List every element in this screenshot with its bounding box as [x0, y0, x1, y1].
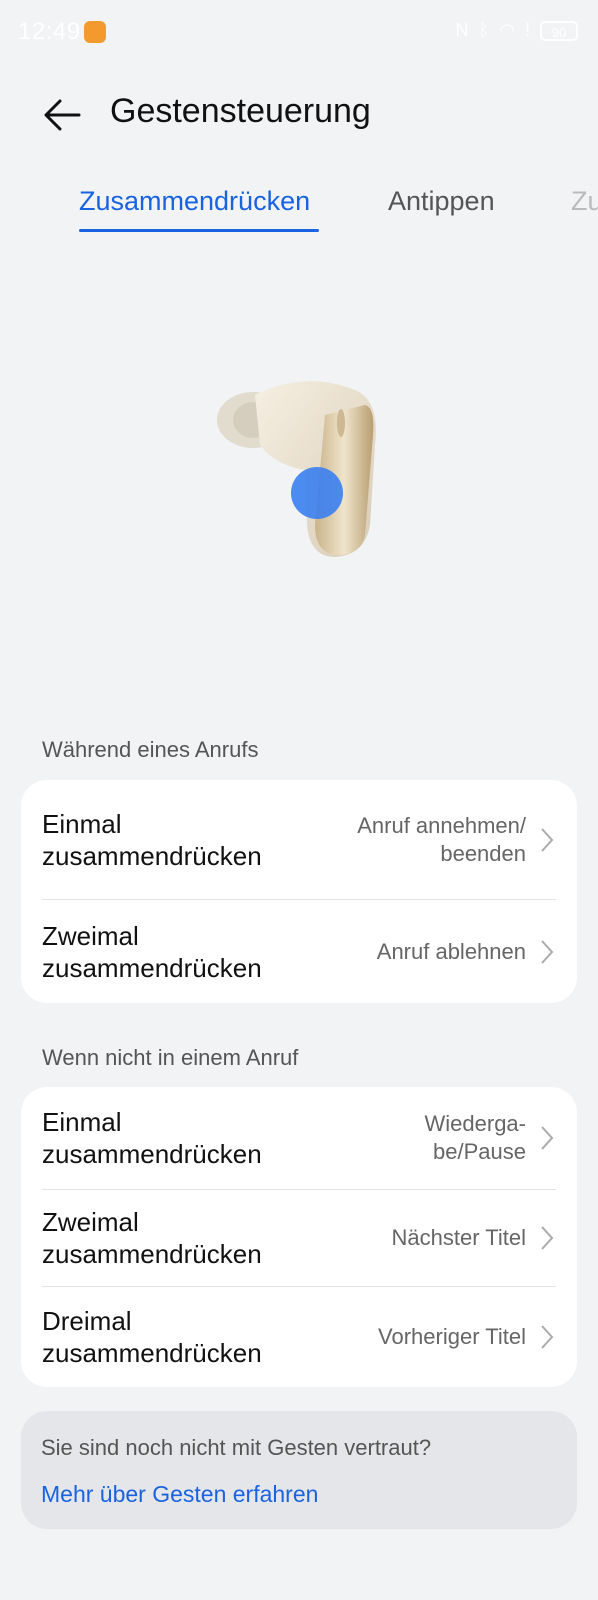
active-tab-indicator — [79, 229, 319, 232]
alert-icon: ! — [524, 20, 530, 40]
gesture-help-card: Sie sind noch nicht mit Gesten vertraut?… — [21, 1411, 577, 1529]
wifi-icon: ◠ — [499, 20, 515, 40]
page-title: Gestensteuerung — [110, 92, 371, 130]
section-title-during-call: Während eines Anrufs — [42, 737, 259, 762]
status-bar: 12:49 N ᛒ ◠ ! 90 — [0, 0, 598, 64]
chevron-right-icon — [541, 827, 554, 852]
setting-value: Anruf ablehnen — [376, 938, 526, 964]
back-arrow-icon — [44, 99, 81, 131]
learn-more-link[interactable]: Mehr über Gesten erfahren — [41, 1481, 318, 1508]
setting-row[interactable]: Einmal zusammendrücken Wiederga- be/Paus… — [42, 1087, 556, 1190]
setting-label: Einmal zusammendrücken — [42, 1107, 262, 1169]
bluetooth-icon: ᛒ — [478, 20, 490, 40]
not-in-call-card: Einmal zusammendrücken Wiederga- be/Paus… — [21, 1087, 577, 1387]
setting-label: Dreimal zusammendrücken — [42, 1306, 262, 1368]
setting-label: Zweimal zusammendrücken — [42, 920, 262, 983]
setting-row[interactable]: Einmal zusammendrücken Anruf annehmen/ b… — [42, 780, 556, 900]
gesture-tabs: Zusammendrücken Antippen Zu — [0, 180, 598, 240]
nfc-icon: N — [455, 20, 469, 40]
setting-label: Zweimal zusammendrücken — [42, 1207, 262, 1269]
chevron-right-icon — [541, 939, 554, 964]
setting-value: Nächster Titel — [391, 1225, 527, 1250]
setting-row[interactable]: Dreimal zusammendrücken Vorheriger Titel — [42, 1287, 556, 1387]
setting-row[interactable]: Zweimal zusammendrücken Anruf ablehnen — [42, 900, 556, 1003]
during-call-card: Einmal zusammendrücken Anruf annehmen/ b… — [21, 780, 577, 1003]
status-icons: N ᛒ ◠ ! 90 — [455, 20, 578, 41]
tab-zusammendruecken[interactable]: Zusammendrücken — [79, 186, 310, 217]
battery-icon: 90 — [540, 20, 578, 41]
help-text: Sie sind noch nicht mit Gesten vertraut? — [41, 1435, 432, 1460]
app-header: Gestensteuerung — [0, 70, 598, 150]
app-notification-icon — [84, 21, 106, 43]
setting-row[interactable]: Zweimal zusammendrücken Nächster Titel — [42, 1190, 556, 1287]
setting-label: Einmal zusammendrücken — [42, 808, 262, 871]
tab-partial[interactable]: Zu — [571, 186, 598, 217]
tab-antippen[interactable]: Antippen — [388, 186, 495, 217]
back-button[interactable] — [38, 90, 88, 140]
setting-value: Anruf annehmen/ beenden — [357, 812, 526, 866]
section-title-not-in-call: Wenn nicht in einem Anruf — [42, 1045, 299, 1070]
earbud-illustration — [215, 375, 385, 575]
setting-value: Vorheriger Titel — [378, 1324, 526, 1349]
setting-value: Wiederga- be/Pause — [424, 1111, 526, 1164]
chevron-right-icon — [541, 1126, 554, 1150]
chevron-right-icon — [541, 1226, 554, 1250]
chevron-right-icon — [541, 1325, 554, 1349]
status-time: 12:49 — [18, 18, 81, 45]
